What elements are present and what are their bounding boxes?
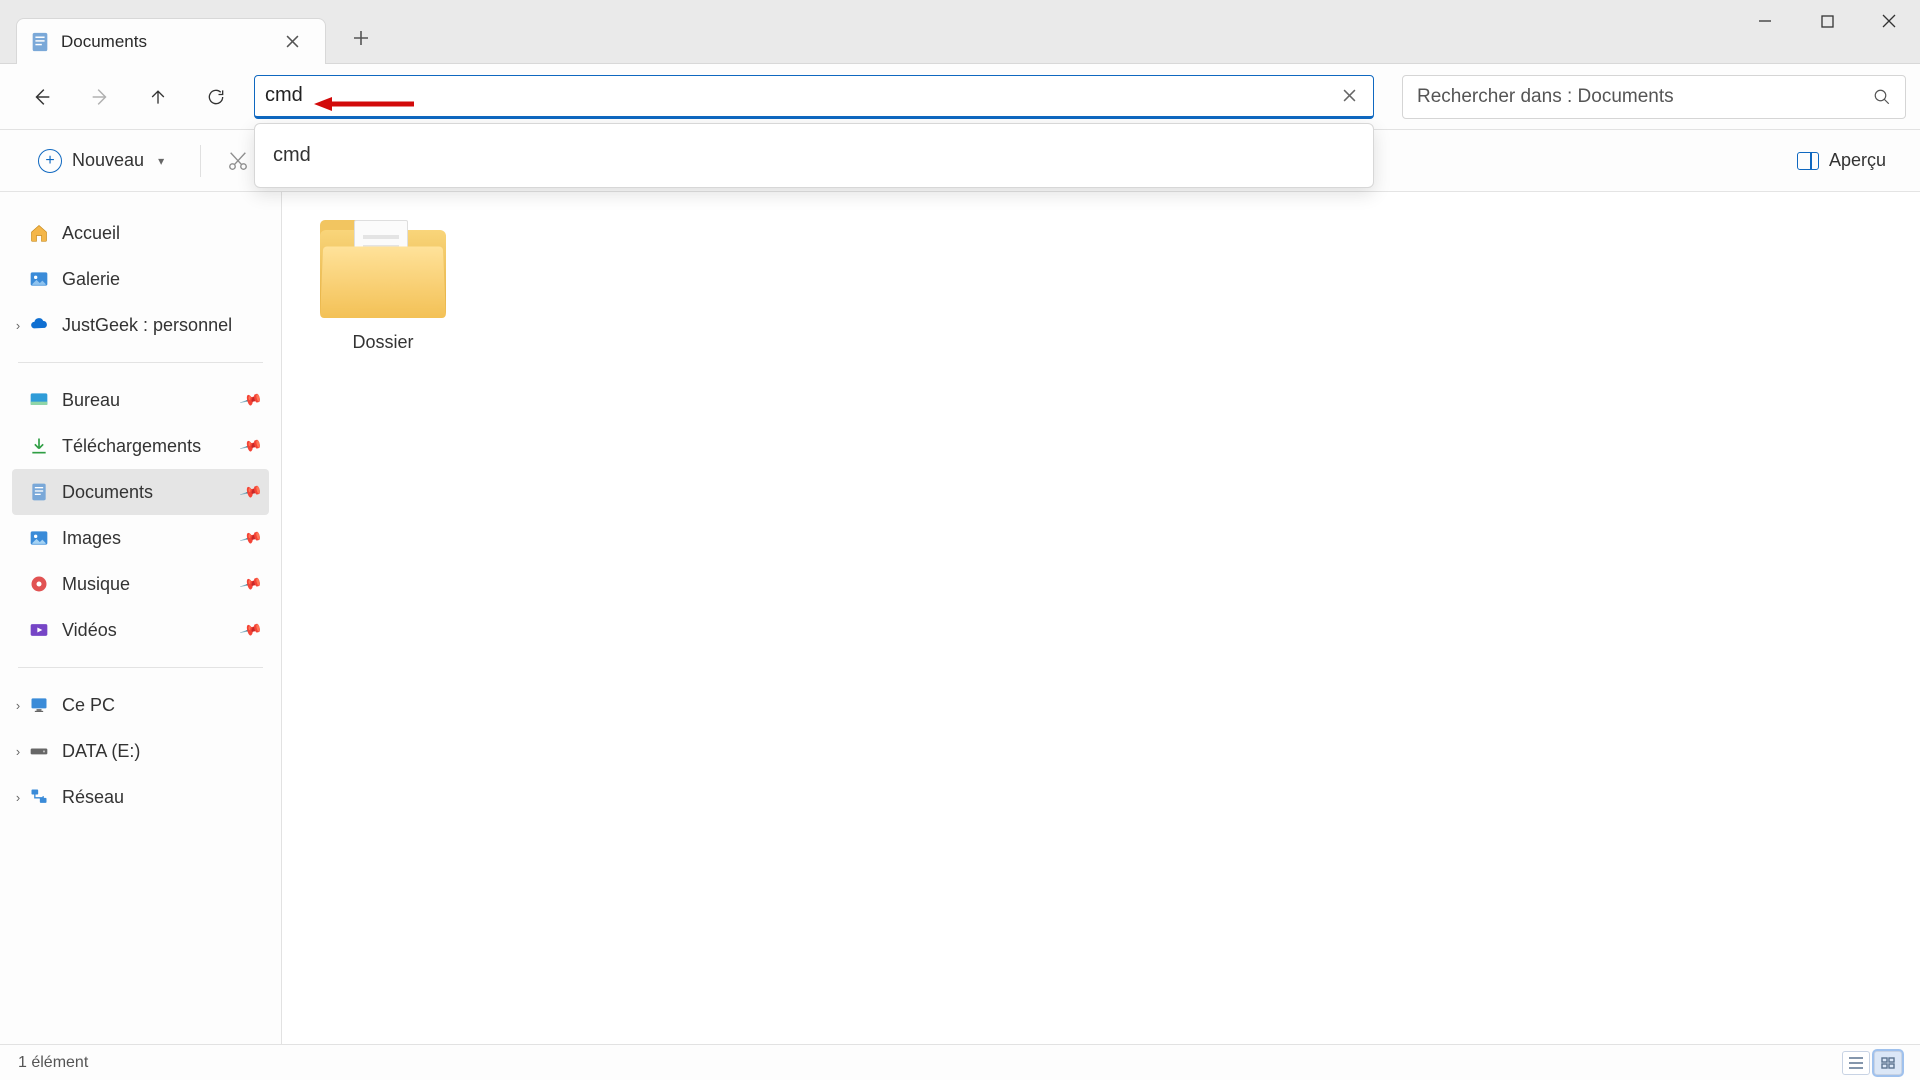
sidebar-item-label: Galerie: [62, 269, 120, 290]
sidebar-item-documents[interactable]: Documents 📌: [12, 469, 269, 515]
tab-title: Documents: [61, 32, 267, 52]
sidebar-item-galerie[interactable]: Galerie: [12, 256, 269, 302]
chevron-right-icon[interactable]: ›: [8, 744, 28, 759]
sidebar-item-label: Ce PC: [62, 695, 115, 716]
item-count: 1 élément: [18, 1054, 88, 1072]
address-suggestions: cmd: [254, 123, 1374, 188]
search-box[interactable]: Rechercher dans : Documents: [1402, 75, 1906, 119]
sidebar-item-musique[interactable]: Musique 📌: [12, 561, 269, 607]
network-icon: [28, 786, 50, 808]
new-tab-button[interactable]: [340, 17, 382, 59]
preview-button[interactable]: Aperçu: [1787, 142, 1896, 179]
sidebar-item-label: Réseau: [62, 787, 124, 808]
folder-icon: [320, 220, 446, 318]
minimize-button[interactable]: [1734, 0, 1796, 42]
sidebar-item-telechargements[interactable]: Téléchargements 📌: [12, 423, 269, 469]
details-view-button[interactable]: [1842, 1051, 1870, 1075]
pin-icon[interactable]: 📌: [239, 572, 264, 597]
documents-icon: [28, 481, 50, 503]
maximize-button[interactable]: [1796, 0, 1858, 42]
chevron-right-icon[interactable]: ›: [8, 698, 28, 713]
pin-icon[interactable]: 📌: [239, 480, 264, 505]
body: Accueil Galerie › JustGeek : personnel: [0, 192, 1920, 1044]
pin-icon[interactable]: 📌: [239, 388, 264, 413]
sidebar-separator: [18, 362, 263, 363]
sidebar-item-label: Musique: [62, 574, 130, 595]
desktop-icon: [28, 389, 50, 411]
sidebar-item-videos[interactable]: Vidéos 📌: [12, 607, 269, 653]
images-icon: [28, 527, 50, 549]
cut-icon[interactable]: [223, 146, 253, 176]
sidebar-separator: [18, 667, 263, 668]
sidebar-item-reseau[interactable]: › Réseau: [12, 774, 269, 820]
back-button[interactable]: [24, 79, 60, 115]
sidebar: Accueil Galerie › JustGeek : personnel: [0, 192, 282, 1044]
refresh-button[interactable]: [198, 79, 234, 115]
sidebar-item-label: Accueil: [62, 223, 120, 244]
search-placeholder: Rechercher dans : Documents: [1417, 86, 1873, 108]
address-bar[interactable]: [254, 75, 1374, 119]
sidebar-item-images[interactable]: Images 📌: [12, 515, 269, 561]
address-bar-wrap: cmd: [254, 75, 1374, 119]
document-icon: [29, 31, 51, 53]
view-toggle: [1842, 1051, 1902, 1075]
navigation-bar: cmd Rechercher dans : Documents: [0, 64, 1920, 130]
toolbar-separator: [200, 145, 201, 177]
status-bar: 1 élément: [0, 1044, 1920, 1080]
pin-icon[interactable]: 📌: [239, 434, 264, 459]
item-label: Dossier: [352, 332, 413, 353]
new-button[interactable]: + Nouveau ▾: [24, 141, 178, 181]
clear-address-icon[interactable]: [1335, 82, 1363, 110]
nav-buttons: [14, 79, 244, 115]
onedrive-icon: [28, 314, 50, 336]
music-icon: [28, 573, 50, 595]
chevron-right-icon[interactable]: ›: [8, 318, 28, 333]
this-pc-icon: [28, 694, 50, 716]
sidebar-item-accueil[interactable]: Accueil: [12, 210, 269, 256]
sidebar-item-ce-pc[interactable]: › Ce PC: [12, 682, 269, 728]
sidebar-item-label: Bureau: [62, 390, 120, 411]
up-button[interactable]: [140, 79, 176, 115]
suggestion-item[interactable]: cmd: [255, 134, 1373, 177]
close-window-button[interactable]: [1858, 0, 1920, 42]
sidebar-item-justgeek[interactable]: › JustGeek : personnel: [12, 302, 269, 348]
window-controls: [1734, 0, 1920, 42]
sidebar-item-label: JustGeek : personnel: [62, 315, 232, 336]
search-icon[interactable]: [1873, 88, 1891, 106]
sidebar-item-bureau[interactable]: Bureau 📌: [12, 377, 269, 423]
preview-pane-icon: [1797, 152, 1819, 170]
videos-icon: [28, 619, 50, 641]
sidebar-item-label: Téléchargements: [62, 436, 201, 457]
forward-button[interactable]: [82, 79, 118, 115]
close-tab-icon[interactable]: [277, 27, 307, 57]
sidebar-item-label: Images: [62, 528, 121, 549]
address-input[interactable]: [265, 84, 1335, 107]
preview-button-label: Aperçu: [1829, 150, 1886, 171]
file-explorer-window: Documents: [0, 0, 1920, 1080]
tab-documents[interactable]: Documents: [16, 18, 326, 64]
sidebar-item-label: Vidéos: [62, 620, 117, 641]
pin-icon[interactable]: 📌: [239, 526, 264, 551]
large-icons-view-button[interactable]: [1874, 1051, 1902, 1075]
sidebar-item-label: DATA (E:): [62, 741, 140, 762]
sidebar-item-label: Documents: [62, 482, 153, 503]
sidebar-item-data-e[interactable]: › DATA (E:): [12, 728, 269, 774]
chevron-down-icon: ▾: [158, 154, 164, 168]
drive-icon: [28, 740, 50, 762]
pin-icon[interactable]: 📌: [239, 618, 264, 643]
plus-circle-icon: +: [38, 149, 62, 173]
titlebar: Documents: [0, 0, 1920, 64]
new-button-label: Nouveau: [72, 150, 144, 171]
items-grid: Dossier: [282, 192, 1920, 381]
home-icon: [28, 222, 50, 244]
folder-item[interactable]: Dossier: [318, 220, 448, 353]
downloads-icon: [28, 435, 50, 457]
gallery-icon: [28, 268, 50, 290]
chevron-right-icon[interactable]: ›: [8, 790, 28, 805]
content-area[interactable]: Dossier: [282, 192, 1920, 1044]
